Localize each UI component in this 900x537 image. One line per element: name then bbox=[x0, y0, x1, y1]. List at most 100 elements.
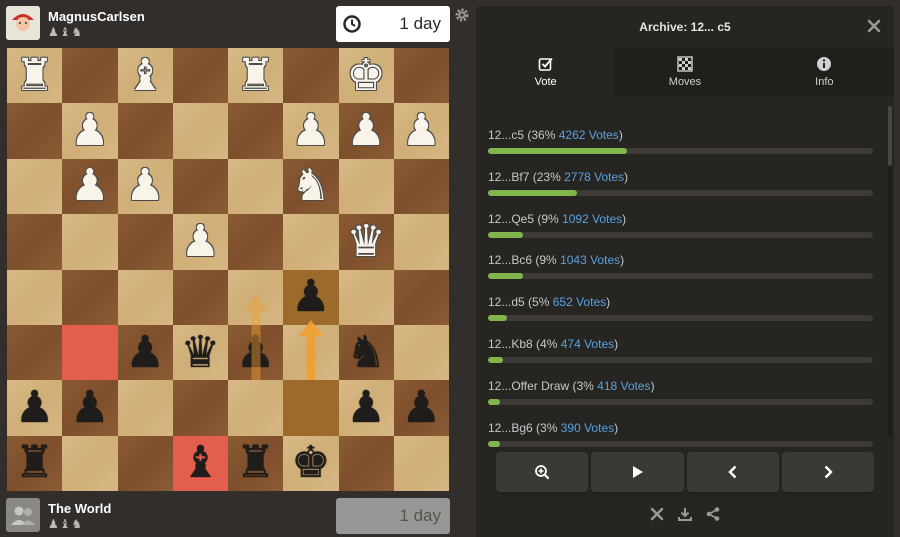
board-square[interactable]: ♛ bbox=[338, 214, 394, 270]
board-square[interactable]: ♟ bbox=[283, 269, 339, 325]
black-bishop-piece[interactable]: ♝ bbox=[173, 436, 228, 491]
board-square[interactable] bbox=[117, 269, 173, 325]
vote-count-link[interactable]: 418 Votes bbox=[597, 379, 650, 393]
board-square[interactable]: ♟ bbox=[283, 103, 339, 159]
vote-count-link[interactable]: 2778 Votes bbox=[564, 170, 624, 184]
board-square[interactable] bbox=[393, 158, 449, 215]
scrollbar[interactable] bbox=[888, 106, 892, 436]
black-pawn-piece[interactable]: ♟ bbox=[7, 380, 62, 435]
previous-button[interactable] bbox=[686, 452, 779, 492]
board-square[interactable] bbox=[117, 435, 173, 491]
black-rook-piece[interactable]: ♜ bbox=[228, 436, 283, 491]
vote-count-link[interactable]: 474 Votes bbox=[561, 337, 614, 351]
white-pawn-piece[interactable]: ♟ bbox=[62, 103, 117, 158]
board-square[interactable] bbox=[7, 324, 63, 381]
board-square[interactable] bbox=[393, 214, 449, 270]
board-square[interactable] bbox=[338, 158, 394, 215]
board-square[interactable] bbox=[172, 380, 228, 436]
vote-option[interactable]: 12...c5 (36% 4262 Votes) bbox=[488, 128, 876, 170]
board-square[interactable]: ♟ bbox=[117, 324, 173, 381]
white-bishop-piece[interactable]: ♝ bbox=[118, 48, 173, 103]
black-pawn-piece[interactable]: ♟ bbox=[228, 325, 283, 380]
board-square[interactable] bbox=[393, 435, 449, 491]
white-pawn-piece[interactable]: ♟ bbox=[339, 103, 394, 158]
board-square[interactable] bbox=[7, 214, 63, 270]
board-square[interactable]: ♟ bbox=[62, 103, 118, 159]
board-square[interactable] bbox=[172, 103, 228, 159]
download-icon[interactable] bbox=[677, 506, 693, 522]
avatar[interactable] bbox=[6, 498, 40, 532]
white-pawn-piece[interactable]: ♟ bbox=[283, 103, 338, 158]
vote-option[interactable]: 12...Offer Draw (3% 418 Votes) bbox=[488, 379, 876, 421]
board-square[interactable] bbox=[393, 269, 449, 325]
board-square[interactable]: ♛ bbox=[172, 324, 228, 381]
board-square[interactable]: ♟ bbox=[393, 103, 449, 159]
board-square[interactable] bbox=[393, 324, 449, 381]
white-king-piece[interactable]: ♚ bbox=[339, 48, 394, 103]
vote-option[interactable]: 12...Bc6 (9% 1043 Votes) bbox=[488, 253, 876, 295]
white-pawn-piece[interactable]: ♟ bbox=[62, 159, 117, 214]
board-square[interactable]: ♟ bbox=[393, 380, 449, 436]
white-pawn-piece[interactable]: ♟ bbox=[394, 103, 449, 158]
board-square[interactable]: ♝ bbox=[117, 48, 173, 104]
board-square[interactable]: ♟ bbox=[62, 158, 118, 215]
black-pawn-piece[interactable]: ♟ bbox=[339, 380, 394, 435]
share-icon[interactable] bbox=[705, 506, 721, 522]
board-square[interactable] bbox=[62, 269, 118, 325]
board-square[interactable] bbox=[62, 435, 118, 491]
tab-vote[interactable]: Vote bbox=[476, 48, 616, 96]
analysis-button[interactable] bbox=[496, 452, 589, 492]
white-queen-piece[interactable]: ♛ bbox=[339, 214, 394, 269]
gear-icon[interactable] bbox=[454, 7, 470, 23]
board-square[interactable] bbox=[117, 103, 173, 159]
vote-count-link[interactable]: 1092 Votes bbox=[562, 212, 622, 226]
board-square[interactable]: ♞ bbox=[283, 158, 339, 215]
white-rook-piece[interactable]: ♜ bbox=[7, 48, 62, 103]
board-square[interactable] bbox=[62, 48, 118, 104]
board-square[interactable]: ♞ bbox=[338, 324, 394, 381]
board-square[interactable]: ♟ bbox=[228, 324, 284, 381]
board-square[interactable] bbox=[228, 158, 284, 215]
board-square[interactable]: ♟ bbox=[7, 380, 63, 436]
white-knight-piece[interactable]: ♞ bbox=[283, 159, 338, 214]
board-square[interactable]: ♟ bbox=[117, 158, 173, 215]
board-square[interactable] bbox=[338, 435, 394, 491]
board-square[interactable] bbox=[228, 103, 284, 159]
vote-count-link[interactable]: 390 Votes bbox=[561, 421, 614, 435]
board-square[interactable] bbox=[283, 380, 339, 436]
white-pawn-piece[interactable]: ♟ bbox=[173, 214, 228, 269]
board-square[interactable] bbox=[172, 269, 228, 325]
board-square[interactable]: ♝ bbox=[172, 435, 228, 491]
board-square[interactable] bbox=[338, 269, 394, 325]
tab-info[interactable]: Info bbox=[754, 48, 894, 96]
board-square[interactable] bbox=[117, 214, 173, 270]
board-square[interactable]: ♟ bbox=[172, 214, 228, 270]
close-icon[interactable] bbox=[649, 506, 665, 522]
vote-option[interactable]: 12...Qe5 (9% 1092 Votes) bbox=[488, 212, 876, 254]
black-rook-piece[interactable]: ♜ bbox=[7, 436, 62, 491]
board-square[interactable] bbox=[117, 380, 173, 436]
close-icon[interactable] bbox=[866, 18, 882, 34]
board-square[interactable] bbox=[7, 158, 63, 215]
vote-count-link[interactable]: 4262 Votes bbox=[559, 128, 619, 142]
board-square[interactable] bbox=[172, 48, 228, 104]
board-square[interactable]: ♟ bbox=[62, 380, 118, 436]
board-square[interactable]: ♜ bbox=[228, 435, 284, 491]
white-rook-piece[interactable]: ♜ bbox=[228, 48, 283, 103]
board-square[interactable]: ♜ bbox=[7, 48, 63, 104]
board-square[interactable] bbox=[283, 324, 339, 381]
scroll-thumb[interactable] bbox=[888, 106, 892, 166]
top-player-name[interactable]: MagnusCarlsen bbox=[48, 9, 145, 24]
chess-board[interactable]: ♜ ♝ ♜ ♚ ♟ ♟ ♟ ♟ ♟ ♟ ♞ ♟ ♛ ♟ ♟ ♛ ♟ ♞ ♟ ♟ ♟ ♟ ♜ ♝ ♜ ♚ bbox=[7, 48, 449, 491]
board-square[interactable] bbox=[7, 103, 63, 159]
board-square[interactable] bbox=[393, 48, 449, 104]
avatar[interactable] bbox=[6, 6, 40, 40]
board-square[interactable]: ♜ bbox=[228, 48, 284, 104]
board-square[interactable] bbox=[228, 380, 284, 436]
tab-moves[interactable]: Moves bbox=[615, 48, 755, 96]
board-square[interactable] bbox=[228, 214, 284, 270]
board-square[interactable]: ♚ bbox=[283, 435, 339, 491]
black-knight-piece[interactable]: ♞ bbox=[339, 325, 394, 380]
board-square[interactable]: ♚ bbox=[338, 48, 394, 104]
board-square[interactable]: ♟ bbox=[338, 103, 394, 159]
